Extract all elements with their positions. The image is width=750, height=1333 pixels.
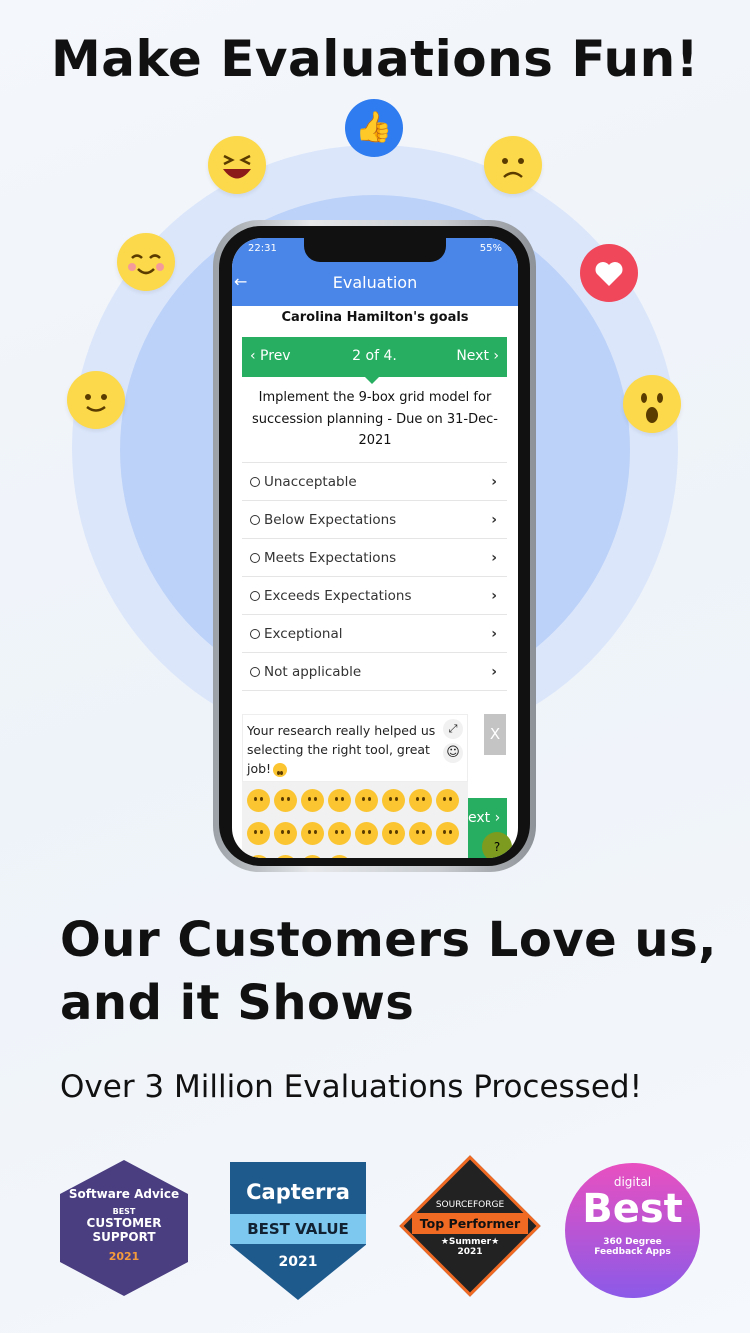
rating-option[interactable]: Not applicable › — [242, 653, 507, 691]
heart-icon — [580, 244, 638, 302]
rating-option-label: Below Expectations — [264, 511, 397, 528]
section-title-line1: Our Customers Love us, — [60, 912, 717, 968]
radio-icon[interactable] — [250, 590, 260, 601]
rating-option-label: Exceptional — [264, 625, 343, 642]
emoji-option[interactable] — [328, 855, 351, 858]
section-subtitle: Over 3 Million Evaluations Processed! — [60, 1069, 643, 1105]
rating-option[interactable]: Unacceptable › — [242, 463, 507, 501]
rating-option[interactable]: Below Expectations › — [242, 501, 507, 539]
chevron-right-icon: › — [491, 663, 497, 680]
header-title: Evaluation — [332, 273, 418, 292]
emoji-option[interactable] — [328, 789, 351, 812]
emoji-option[interactable] — [301, 822, 324, 845]
emoji-option[interactable] — [355, 822, 378, 845]
comment-box[interactable]: Your research really helped us selecting… — [242, 714, 468, 782]
emoji-option[interactable] — [382, 789, 405, 812]
emoji-option[interactable] — [247, 855, 270, 858]
rating-option-label: Exceeds Expectations — [264, 587, 412, 604]
smile-emoji-icon — [273, 762, 288, 777]
emoji-option[interactable] — [301, 855, 324, 858]
emoji-option[interactable] — [409, 822, 432, 845]
chevron-right-icon: › — [491, 587, 497, 604]
blushing-face-icon — [117, 233, 175, 291]
emoji-option[interactable] — [436, 822, 459, 845]
phone-notch — [304, 238, 446, 262]
emoji-option[interactable] — [409, 789, 432, 812]
radio-icon[interactable] — [250, 514, 260, 525]
smiling-face-icon — [67, 371, 125, 429]
emoji-option[interactable] — [301, 789, 324, 812]
emoji-panel — [242, 782, 468, 858]
goal-text: Implement the 9-box grid model for succe… — [252, 390, 498, 448]
sad-face-icon — [484, 136, 542, 194]
section-title-line2: and it Shows — [60, 975, 415, 1031]
status-battery: 55% — [479, 243, 502, 254]
capterra-badge: Capterra BEST VALUE 2021 — [230, 1162, 366, 1300]
next-button[interactable]: Next › — [456, 348, 499, 364]
emoji-picker-icon[interactable]: ☺ — [443, 743, 463, 763]
radio-icon[interactable] — [250, 552, 260, 563]
thumbs-up-icon: 👍 — [345, 99, 403, 157]
digital-best-badge: digital Best 360 Degree Feedback Apps — [565, 1163, 700, 1298]
emoji-option[interactable] — [274, 789, 297, 812]
headline: Make Evaluations Fun! — [51, 30, 699, 88]
expand-icon[interactable]: ⤢ — [443, 719, 463, 739]
status-time: 22:31 — [248, 243, 277, 254]
rating-option[interactable]: Exceeds Expectations › — [242, 577, 507, 615]
shocked-face-icon — [623, 375, 681, 433]
chevron-right-icon: › — [491, 549, 497, 566]
laughing-face-icon — [208, 136, 266, 194]
chevron-right-icon: › — [491, 511, 497, 528]
radio-icon[interactable] — [250, 666, 260, 677]
emoji-option[interactable] — [328, 822, 351, 845]
rating-option-label: Meets Expectations — [264, 549, 397, 566]
emoji-option[interactable] — [355, 789, 378, 812]
help-icon[interactable]: ? — [482, 832, 512, 858]
rating-option[interactable]: Exceptional › — [242, 615, 507, 653]
sourceforge-badge-text: SOURCEFORGE Top Performer ★Summer★ 2021 — [404, 1200, 536, 1257]
emoji-option[interactable] — [274, 822, 297, 845]
emoji-option[interactable] — [382, 822, 405, 845]
rating-option[interactable]: Meets Expectations › — [242, 539, 507, 577]
close-button[interactable]: X — [484, 714, 506, 755]
app-screen: 22:31 55% ← Evaluation Carolina Hamilton… — [232, 238, 518, 858]
rating-option-label: Not applicable — [264, 663, 362, 680]
emoji-option[interactable] — [247, 822, 270, 845]
rating-option-label: Unacceptable — [264, 473, 357, 490]
pager-bar: ‹ Prev 2 of 4. Next › — [242, 337, 507, 384]
employee-goals-title: Carolina Hamilton's goals — [281, 310, 469, 325]
phone-mockup: 22:31 55% ← Evaluation Carolina Hamilton… — [213, 220, 536, 872]
chevron-right-icon: › — [491, 625, 497, 642]
emoji-option[interactable] — [436, 789, 459, 812]
radio-icon[interactable] — [250, 476, 260, 487]
emoji-option[interactable] — [247, 789, 270, 812]
emoji-option[interactable] — [274, 855, 297, 858]
software-advice-badge: Software Advice BEST CUSTOMER SUPPORT 20… — [60, 1160, 188, 1296]
chevron-right-icon: › — [491, 473, 497, 490]
radio-icon[interactable] — [250, 628, 260, 639]
